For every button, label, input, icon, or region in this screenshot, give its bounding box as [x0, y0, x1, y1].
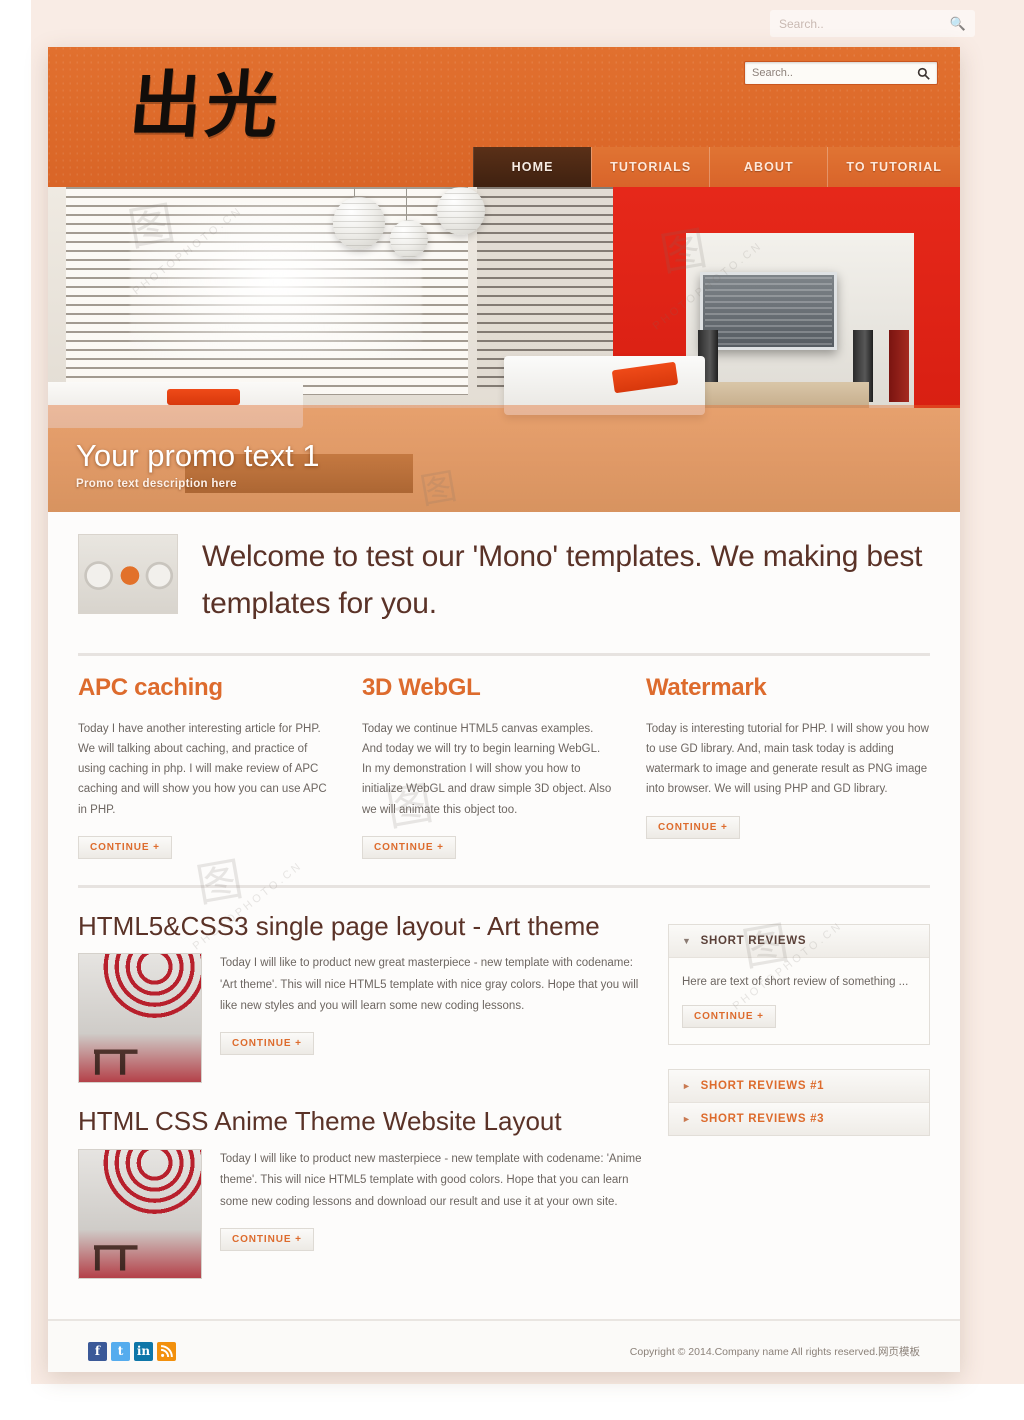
accordion-group-collapsed: ► SHORT REVIEWS #1 ► SHORT REVIEWS #3 — [668, 1068, 930, 1136]
accordion-header-short-reviews[interactable]: ▼ SHORT REVIEWS — [669, 924, 929, 958]
site-logo[interactable]: 出光 — [126, 62, 285, 147]
backdrop-left-margin — [0, 0, 31, 1420]
chevron-right-icon: ► — [682, 1113, 692, 1124]
site-header: 出光 HOME TUTORIALS ABOUT TO TUTORIAL — [48, 47, 960, 187]
search-icon: 🔍 — [949, 15, 966, 31]
accordion-short-reviews: ▼ SHORT REVIEWS Here are text of short r… — [668, 923, 930, 1045]
welcome-thumbnail — [78, 534, 178, 614]
browser-search-placeholder: Search.. — [779, 16, 824, 31]
tv-screen — [700, 271, 837, 350]
welcome-heading: Welcome to test our 'Mono' templates. We… — [202, 540, 923, 620]
browser-search-bar[interactable]: Search.. 🔍 — [770, 10, 975, 37]
article-thumbnail — [78, 1149, 202, 1280]
search-icon[interactable] — [916, 66, 930, 80]
nav-item-to-tutorial[interactable]: TO TUTORIAL — [827, 147, 960, 187]
article-text: Today I will like to product new great m… — [220, 957, 639, 1012]
promo-title: Your promo text 1 — [76, 437, 320, 473]
accordion-item-short-reviews-3[interactable]: ► SHORT REVIEWS #3 — [669, 1102, 929, 1135]
copyright-text: Copyright © 2014.Company name All rights… — [629, 1345, 920, 1358]
feature-text: Today I have another interesting article… — [78, 723, 327, 816]
feature-text: Today is interesting tutorial for PHP. I… — [645, 723, 929, 796]
article-thumbnail — [78, 953, 202, 1084]
feature-title: Watermark — [645, 674, 767, 701]
rss-icon[interactable] — [157, 1341, 176, 1361]
twitter-icon[interactable]: t — [111, 1341, 130, 1361]
accordion-header[interactable]: ► SHORT REVIEWS #3 — [669, 1102, 929, 1135]
pendant-lamp-icon — [332, 196, 385, 249]
linkedin-icon[interactable]: in — [134, 1341, 153, 1361]
search-box[interactable] — [744, 61, 938, 85]
welcome-section: Welcome to test our 'Mono' templates. We… — [78, 512, 930, 656]
feature-title: 3D WebGL — [361, 674, 481, 701]
article-title[interactable]: HTML CSS Anime Theme Website Layout — [78, 1105, 642, 1139]
chevron-right-icon: ► — [682, 1080, 692, 1091]
nav-item-tutorials[interactable]: TUTORIALS — [591, 147, 710, 187]
continue-button[interactable]: CONTINUE + — [645, 815, 740, 839]
accordion-title: SHORT REVIEWS #3 — [700, 1112, 825, 1125]
article-item: HTML CSS Anime Theme Website Layout Toda… — [78, 1105, 642, 1280]
continue-button[interactable]: CONTINUE + — [682, 1004, 776, 1028]
accordion-header[interactable]: ► SHORT REVIEWS #1 — [669, 1069, 929, 1102]
site-footer: f t in Copyright © 2014.Company name All… — [48, 1319, 960, 1372]
feature-column-apc-caching: APC caching Today I have another interes… — [78, 674, 362, 859]
nav-item-about[interactable]: ABOUT — [709, 147, 828, 187]
accordion-title: SHORT REVIEWS — [700, 934, 807, 947]
continue-button[interactable]: CONTINUE + — [361, 835, 456, 859]
promo-text-block: Your promo text 1 Promo text description… — [76, 437, 320, 490]
feature-column-3d-webgl: 3D WebGL Today we continue HTML5 canvas … — [361, 674, 646, 859]
accordion-body: Here are text of short review of somethi… — [669, 958, 929, 1044]
backdrop-bottom-margin — [0, 1384, 1024, 1420]
website-page: 出光 HOME TUTORIALS ABOUT TO TUTORIAL — [48, 47, 960, 1372]
accordion-text: Here are text of short review of somethi… — [682, 975, 909, 988]
sidebar: ▼ SHORT REVIEWS Here are text of short r… — [668, 910, 930, 1302]
nav-item-home[interactable]: HOME — [473, 147, 592, 187]
article-text: Today I will like to product new masterp… — [220, 1153, 642, 1208]
accordion-item-short-reviews-1[interactable]: ► SHORT REVIEWS #1 — [669, 1069, 929, 1103]
pendant-lamp-icon — [390, 219, 428, 258]
main-content: Welcome to test our 'Mono' templates. We… — [48, 512, 960, 1320]
facebook-icon[interactable]: f — [88, 1341, 107, 1361]
pendant-lamp-icon — [436, 187, 485, 235]
chevron-down-icon: ▼ — [682, 935, 692, 946]
feature-title: APC caching — [78, 674, 223, 701]
article-item: HTML5&CSS3 single page layout - Art them… — [78, 910, 642, 1084]
articles-list: HTML5&CSS3 single page layout - Art them… — [78, 910, 642, 1302]
article-title[interactable]: HTML5&CSS3 single page layout - Art them… — [78, 910, 642, 944]
search-input[interactable] — [752, 67, 916, 79]
main-navigation[interactable]: HOME TUTORIALS ABOUT TO TUTORIAL — [473, 147, 960, 187]
hero-banner: Your promo text 1 Promo text description… — [48, 187, 960, 512]
promo-subtitle: Promo text description here — [76, 478, 237, 490]
social-links: f t in — [88, 1341, 176, 1361]
feature-column-watermark: Watermark Today is interesting tutorial … — [645, 674, 930, 859]
feature-text: Today we continue HTML5 canvas examples.… — [361, 723, 612, 816]
feature-columns: APC caching Today I have another interes… — [78, 656, 930, 888]
continue-button[interactable]: CONTINUE + — [220, 1032, 314, 1056]
continue-button[interactable]: CONTINUE + — [78, 835, 172, 859]
accordion-title: SHORT REVIEWS #1 — [700, 1079, 825, 1092]
continue-button[interactable]: CONTINUE + — [220, 1228, 314, 1252]
lower-section: HTML5&CSS3 single page layout - Art them… — [78, 888, 930, 1320]
